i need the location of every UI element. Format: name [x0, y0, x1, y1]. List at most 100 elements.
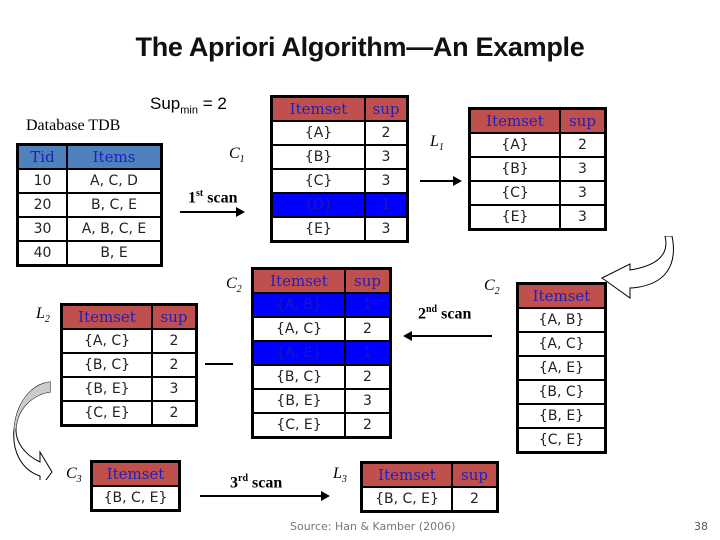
l1-table: Itemset sup {A} 2 {B} 3 {C} 3 {E} 3 [468, 107, 607, 231]
table-row: {B, E} 3 [60, 376, 198, 402]
c3-label: C3 [66, 465, 82, 485]
table-row: {B, C} 2 [60, 352, 198, 378]
table-row: {B, C, E} [90, 485, 181, 512]
scan-number: 3 [230, 474, 238, 492]
l1-label: L1 [430, 133, 444, 153]
itemset-cell: {B, C} [516, 379, 607, 405]
column-header-sup: sup [451, 461, 499, 488]
third-scan-arrow [200, 491, 330, 501]
min-support-label: Supmin = 2 [150, 94, 227, 116]
table-row: {A, B} [516, 307, 607, 333]
column-header-sup: sup [151, 303, 198, 330]
sup-cell: 2 [559, 132, 607, 158]
table-row: 30 A, B, C, E [16, 216, 163, 242]
table-header-row: Itemset sup [60, 303, 198, 330]
table-row: 10 A, C, D [16, 168, 163, 194]
itemset-cell: {B} [468, 156, 561, 182]
tid-cell: 20 [16, 192, 68, 218]
table-header-row: Itemset [516, 282, 607, 309]
itemset-cell: {A} [468, 132, 561, 158]
sup-cell: 2 [344, 412, 392, 439]
scan-word: scan [252, 474, 283, 492]
table-header-row: Itemset sup [360, 461, 499, 488]
curved-arrow-l1-to-c2 [601, 236, 674, 299]
table-row: {E} 3 [270, 216, 409, 243]
curved-arrow-shape [601, 236, 674, 299]
sup-cell: 1 [344, 340, 392, 366]
itemset-cell: {D} [270, 192, 366, 218]
label-main: C [226, 275, 237, 292]
table-header-row: Tid Items [16, 143, 163, 170]
items-cell: A, B, C, E [66, 216, 163, 242]
column-header-sup: sup [559, 107, 607, 134]
table-header-row: Itemset [90, 460, 181, 487]
scan-ordinal: nd [426, 304, 438, 315]
column-header-tid: Tid [16, 143, 68, 170]
sup-cell: 3 [364, 216, 409, 243]
table-row: 20 B, C, E [16, 192, 163, 218]
sup-cell: 3 [364, 168, 409, 194]
sup-value: = 2 [202, 94, 227, 113]
label-main: L [430, 133, 439, 150]
second-scan-label: 2nd scan [418, 304, 471, 323]
label-subscript: 3 [341, 474, 347, 486]
table-row: {E} 3 [468, 204, 607, 231]
label-main: C [66, 465, 77, 482]
c1-label: C1 [229, 145, 245, 165]
c3-table: Itemset {B, C, E} [90, 460, 181, 512]
table-row: {B} 3 [468, 156, 607, 182]
column-header-sup: sup [344, 267, 392, 294]
table-row: {C} 3 [270, 168, 409, 194]
column-header-itemset: Itemset [90, 460, 181, 487]
sup-subscript: min [180, 104, 198, 117]
curved-arrow-l2-to-c3 [13, 381, 53, 480]
sup-cell: 3 [559, 204, 607, 231]
scan-word: scan [441, 305, 472, 323]
itemset-cell: {B} [270, 144, 366, 170]
scan-ordinal: st [196, 188, 204, 199]
curved-arrow-shading [14, 382, 50, 430]
itemset-cell: {A, C} [60, 328, 153, 354]
column-header-items: Items [66, 143, 163, 170]
column-header-sup: sup [364, 95, 409, 122]
sup-cell: 3 [364, 144, 409, 170]
table-row: {A, C} [516, 331, 607, 357]
sup-cell: 2 [344, 316, 392, 342]
table-header-row: Itemset sup [468, 107, 607, 134]
source-citation: Source: Han & Kamber (2006) [290, 520, 456, 533]
table-row: {B, C} [516, 379, 607, 405]
c2-count-label: C2 [226, 275, 242, 295]
table-row: {B, E} 3 [251, 388, 392, 414]
sup-cell: 2 [344, 364, 392, 390]
label-main: C [484, 277, 495, 294]
items-cell: A, C, D [66, 168, 163, 194]
itemset-cell: {A, C} [251, 316, 346, 342]
sup-cell: 1 [364, 192, 409, 218]
itemset-cell: {C} [270, 168, 366, 194]
c1-table: Itemset sup {A} 2 {B} 3 {C} 3 {D} 1 {E} 3 [270, 95, 409, 243]
itemset-cell: {B, C, E} [360, 486, 453, 513]
itemset-cell: {A, B} [516, 307, 607, 333]
c2-candidates-table: Itemset {A, B} {A, C} {A, E} {B, C} {B, … [516, 282, 607, 454]
itemset-cell: {B, E} [516, 403, 607, 429]
tid-cell: 30 [16, 216, 68, 242]
sup-text: Sup [150, 94, 181, 113]
sup-cell: 2 [451, 486, 499, 513]
sup-cell: 3 [559, 156, 607, 182]
itemset-cell: {B, C, E} [90, 485, 181, 512]
column-header-itemset: Itemset [516, 282, 607, 309]
sup-cell: 2 [151, 352, 198, 378]
table-row: {C, E} 2 [60, 400, 198, 427]
tid-cell: 10 [16, 168, 68, 194]
label-main: L [333, 465, 342, 482]
scan-word: scan [207, 189, 238, 207]
scan-number: 2 [418, 305, 426, 323]
sup-cell: 3 [151, 376, 198, 402]
itemset-cell: {A, B} [251, 292, 346, 318]
database-table: Tid Items 10 A, C, D 20 B, C, E 30 A, B, C,… [16, 143, 163, 267]
itemset-cell: {A, E} [251, 340, 346, 366]
l2-label: L2 [36, 305, 50, 325]
c2-to-l2-connector [205, 363, 233, 365]
database-label: Database TDB [26, 117, 121, 134]
sup-cell: 2 [151, 400, 198, 427]
